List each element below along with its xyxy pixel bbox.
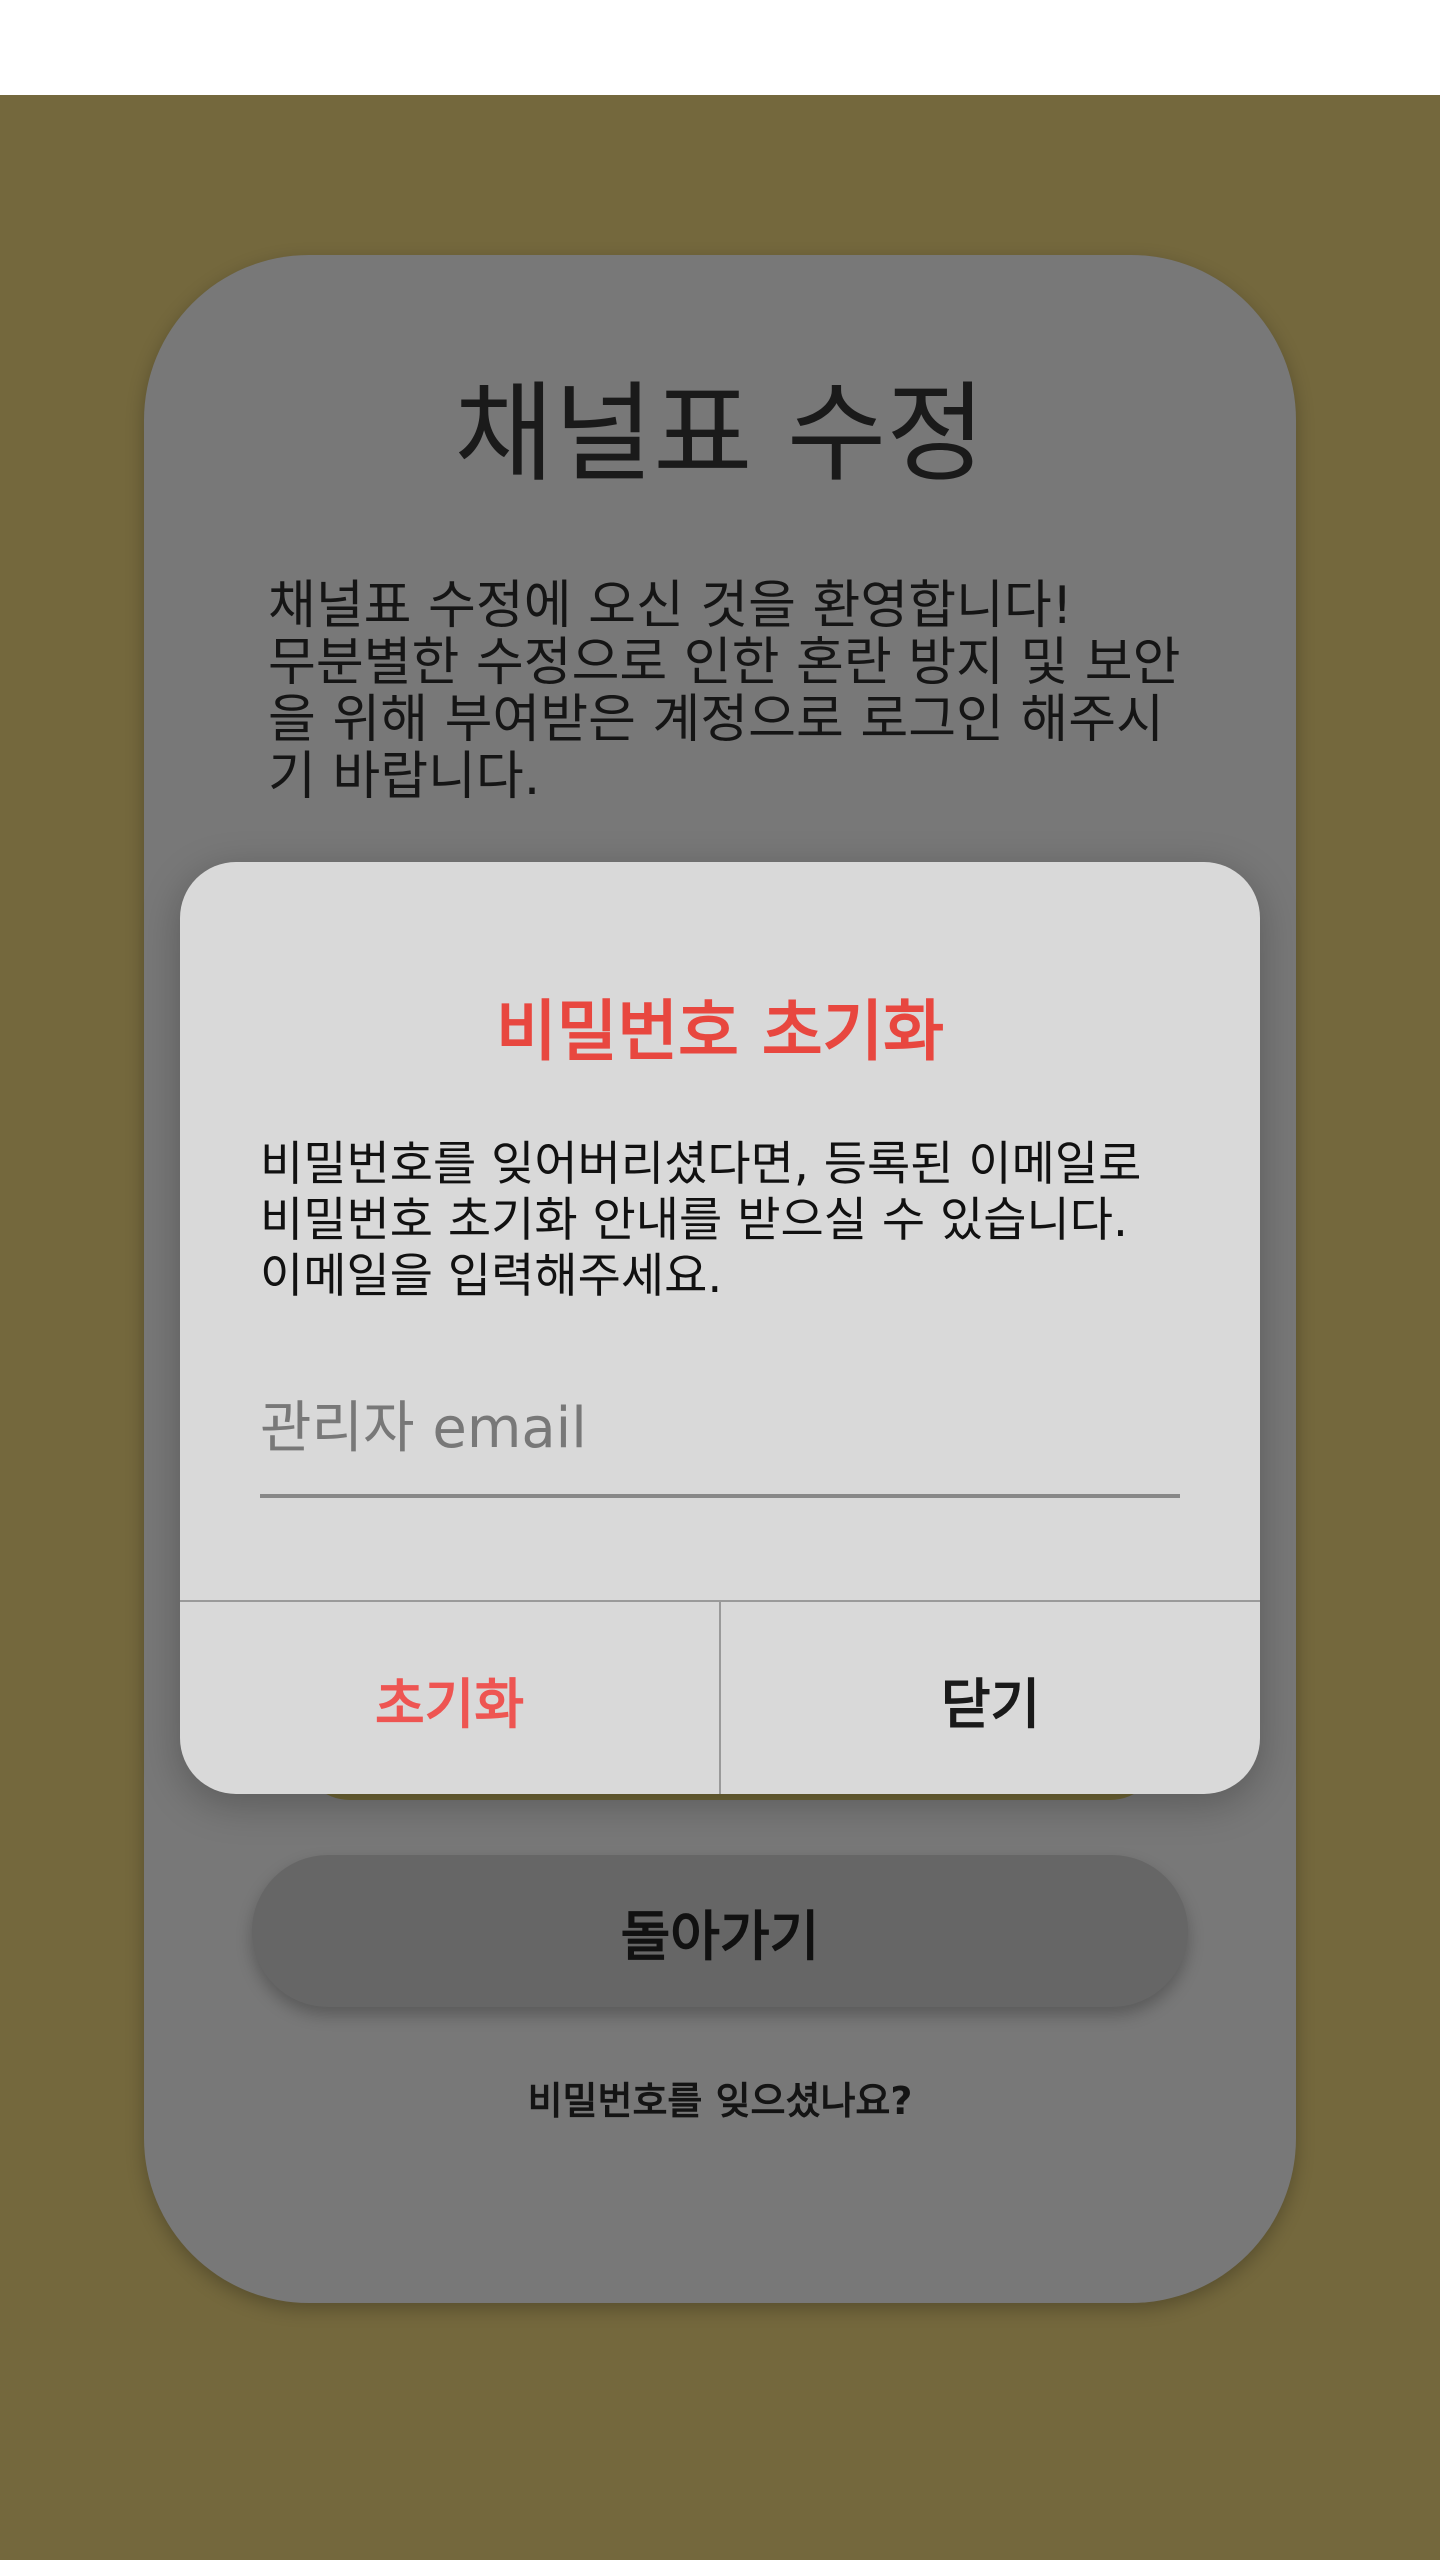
dialog-message: 비밀번호를 잊어버리셨다면, 등록된 이메일로 비밀번호 초기화 안내를 받으실… [260, 1137, 1142, 1304]
admin-email-input[interactable] [260, 1362, 1180, 1498]
dialog-actions: 초기화 닫기 [180, 1600, 1260, 1794]
status-bar [0, 0, 1440, 95]
close-button[interactable]: 닫기 [721, 1602, 1260, 1794]
page-title: 채널표 수정 [454, 372, 986, 497]
dialog-title: 비밀번호 초기화 [495, 993, 945, 1070]
reset-button[interactable]: 초기화 [180, 1602, 721, 1794]
forgot-password-link[interactable]: 비밀번호를 잊으셨나요? [0, 2070, 1440, 2125]
password-reset-dialog: 비밀번호 초기화 비밀번호를 잊어버리셨다면, 등록된 이메일로 비밀번호 초기… [180, 862, 1260, 1794]
back-button[interactable]: 돌아가기 [252, 1855, 1188, 2007]
welcome-description: 채널표 수정에 오신 것을 환영합니다! 무분별한 수정으로 인한 혼란 방지 … [268, 576, 1181, 807]
